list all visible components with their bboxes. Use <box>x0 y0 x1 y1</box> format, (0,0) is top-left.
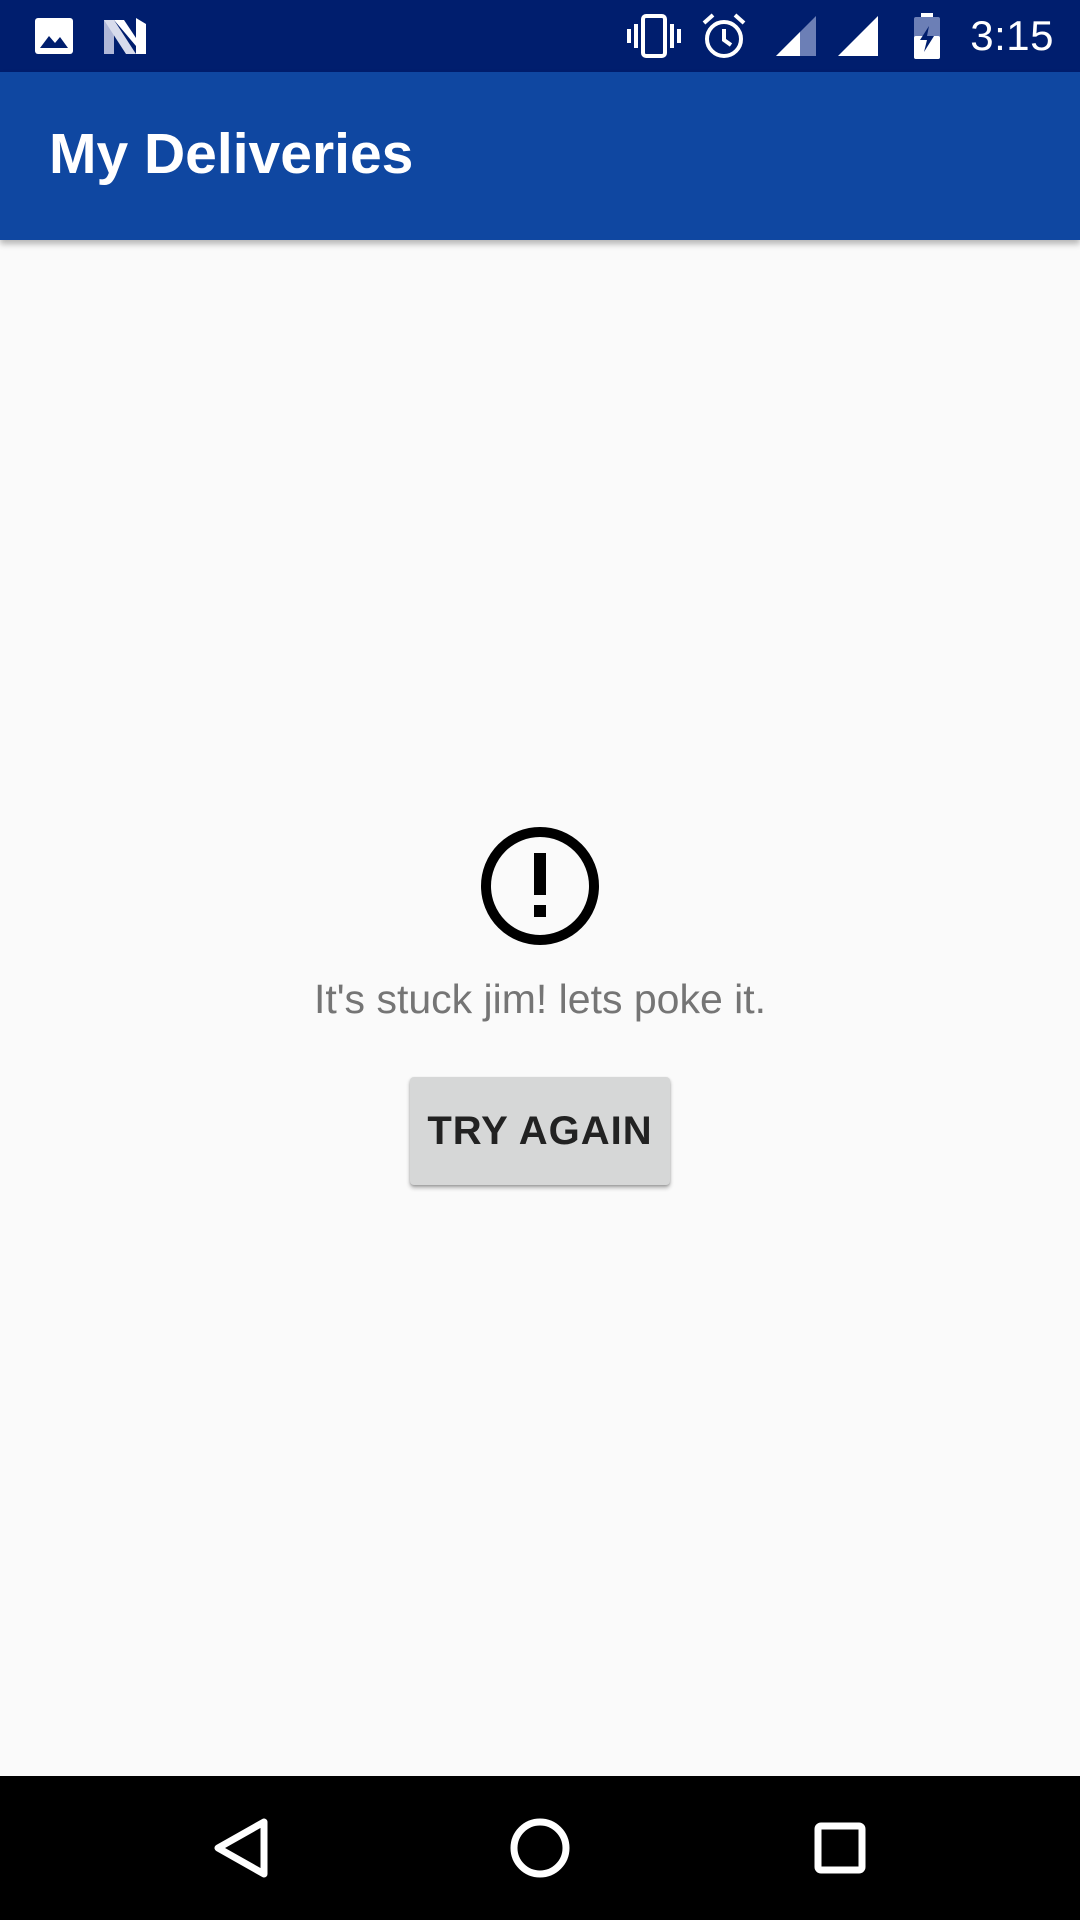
try-again-button[interactable]: TRY AGAIN <box>410 1077 670 1185</box>
signal-full-icon <box>838 16 878 56</box>
page-title: My Deliveries <box>49 122 414 186</box>
error-icon <box>481 827 599 945</box>
error-state: It's stuck jim! lets poke it. TRY AGAIN <box>0 240 1080 1776</box>
app-bar: My Deliveries <box>0 72 1080 240</box>
battery-charging-icon <box>914 13 940 59</box>
screen: 3:15 My Deliveries It's stuck jim! lets … <box>0 0 1080 1920</box>
n-logo-icon <box>104 18 146 54</box>
back-icon[interactable] <box>190 1798 290 1898</box>
navigation-bar <box>0 1776 1080 1920</box>
error-message: It's stuck jim! lets poke it. <box>313 976 767 1022</box>
status-time: 3:15 <box>970 12 1054 59</box>
vibrate-icon <box>627 14 681 58</box>
alarm-icon <box>702 13 746 58</box>
signal-icon <box>776 16 816 56</box>
home-icon[interactable] <box>490 1798 590 1898</box>
status-bar: 3:15 <box>0 0 1080 72</box>
image-icon <box>35 18 73 54</box>
recents-icon[interactable] <box>790 1798 890 1898</box>
